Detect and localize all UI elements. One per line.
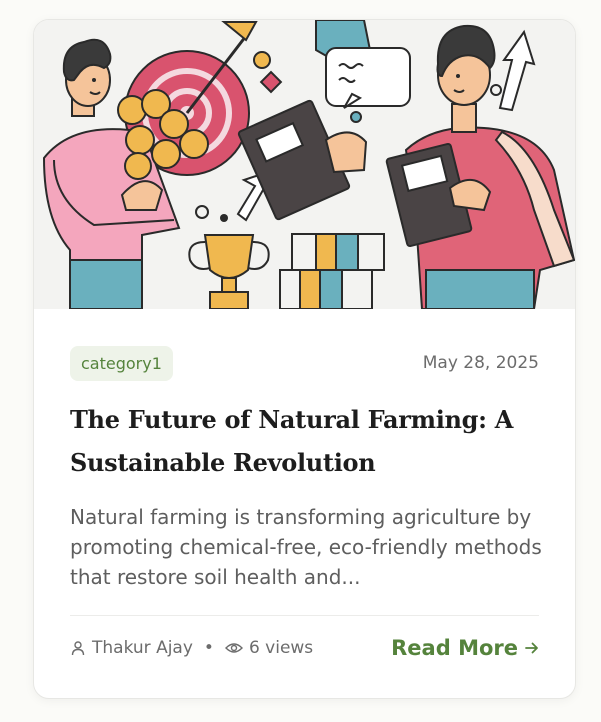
author-name: Thakur Ajay [92,638,193,658]
post-excerpt: Natural farming is transforming agricult… [70,505,542,589]
view-count: 6 views [248,638,314,658]
post-footer: Thakur Ajay • 6 views Read More [70,632,539,664]
arrow-right-icon [525,641,539,655]
post-date: May 28, 2025 [422,353,539,373]
post-title[interactable]: The Future of Natural Farming: A Sustain… [70,398,535,484]
post-meta-row: category1 May 28, 2025 [70,345,539,381]
divider [70,615,539,616]
user-icon [70,640,86,656]
illustration-image [34,20,575,309]
post-hero-illustration[interactable] [34,20,575,309]
read-more-link[interactable]: Read More [391,636,539,660]
meta-separator: • [203,638,214,658]
eye-icon [224,641,243,655]
blog-post-card[interactable]: category1 May 28, 2025 The Future of Nat… [33,19,576,699]
author-views-meta: Thakur Ajay • 6 views [70,638,313,658]
read-more-label: Read More [391,636,518,660]
category-badge[interactable]: category1 [70,345,173,381]
